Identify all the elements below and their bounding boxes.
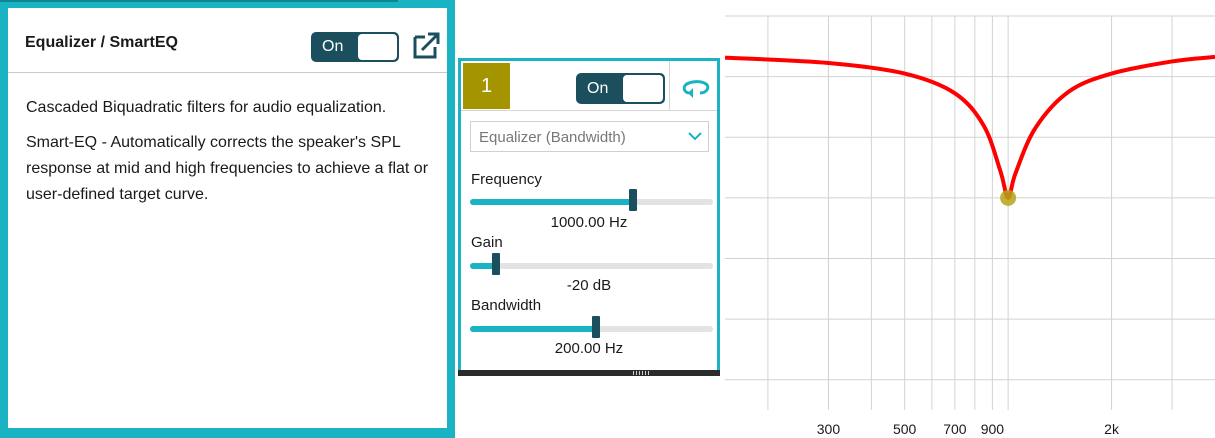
x-tick-label: 500 <box>893 421 917 437</box>
smart-eq-text: Smart-EQ - Automatically corrects the sp… <box>26 134 429 203</box>
info-panel: Equalizer / SmartEQ On Cascaded Biquadra… <box>0 0 455 438</box>
gain-slider[interactable] <box>470 253 713 275</box>
header-separator <box>461 110 717 111</box>
x-tick-label: 700 <box>943 421 967 437</box>
slider-fill <box>470 326 597 332</box>
info-body: Cascaded Biquadratic filters for audio e… <box>8 73 447 208</box>
band-number-badge[interactable]: 1 <box>463 63 510 109</box>
frequency-slider[interactable] <box>470 189 713 211</box>
gain-value: -20 dB <box>566 277 612 294</box>
bandwidth-value: 200.00 Hz <box>554 340 624 357</box>
popout-icon[interactable] <box>412 32 440 60</box>
equalizer-toggle[interactable]: On <box>311 32 399 62</box>
filter-type-value: Equalizer (Bandwidth) <box>479 129 626 146</box>
panel-title: Equalizer / SmartEQ <box>25 34 178 51</box>
x-tick-label: 300 <box>817 421 841 437</box>
info-header: Equalizer / SmartEQ On <box>8 8 447 73</box>
toggle-knob <box>623 75 663 102</box>
header-divider <box>669 61 670 110</box>
resize-grip-icon[interactable] <box>633 371 651 375</box>
chart-grid <box>725 15 1215 410</box>
slider-thumb[interactable] <box>592 316 601 338</box>
bandwidth-label: Bandwidth <box>471 297 542 314</box>
frequency-label: Frequency <box>471 171 542 188</box>
slider-thumb[interactable] <box>628 189 637 211</box>
gain-label: Gain <box>471 234 503 251</box>
x-tick-label: 2k <box>1104 421 1120 437</box>
x-axis-ticks: 300 500 700 900 2k <box>817 421 1120 437</box>
frequency-value: 1000.00 Hz <box>550 214 628 231</box>
toggle-knob <box>358 34 397 60</box>
toggle-label: On <box>322 38 344 55</box>
toggle-label: On <box>587 79 609 97</box>
slider-thumb[interactable] <box>491 253 500 275</box>
description-text: Cascaded Biquadratic filters for audio e… <box>26 99 387 116</box>
filter-type-select[interactable]: Equalizer (Bandwidth) <box>470 121 709 152</box>
filter-toggle[interactable]: On <box>576 73 665 104</box>
bandwidth-slider[interactable] <box>470 316 713 338</box>
slider-fill <box>470 199 633 205</box>
response-curve <box>725 54 1215 200</box>
frequency-response-chart[interactable]: 300 500 700 900 2k <box>725 0 1215 438</box>
panel-resize-bar[interactable] <box>458 370 720 376</box>
filter-panel: 1 On Equalizer (Bandwidth) Frequency 100… <box>458 58 720 376</box>
x-tick-label: 900 <box>981 421 1005 437</box>
filter-marker[interactable] <box>1000 189 1017 206</box>
loop-icon[interactable] <box>680 77 712 99</box>
chevron-down-icon <box>688 132 702 141</box>
